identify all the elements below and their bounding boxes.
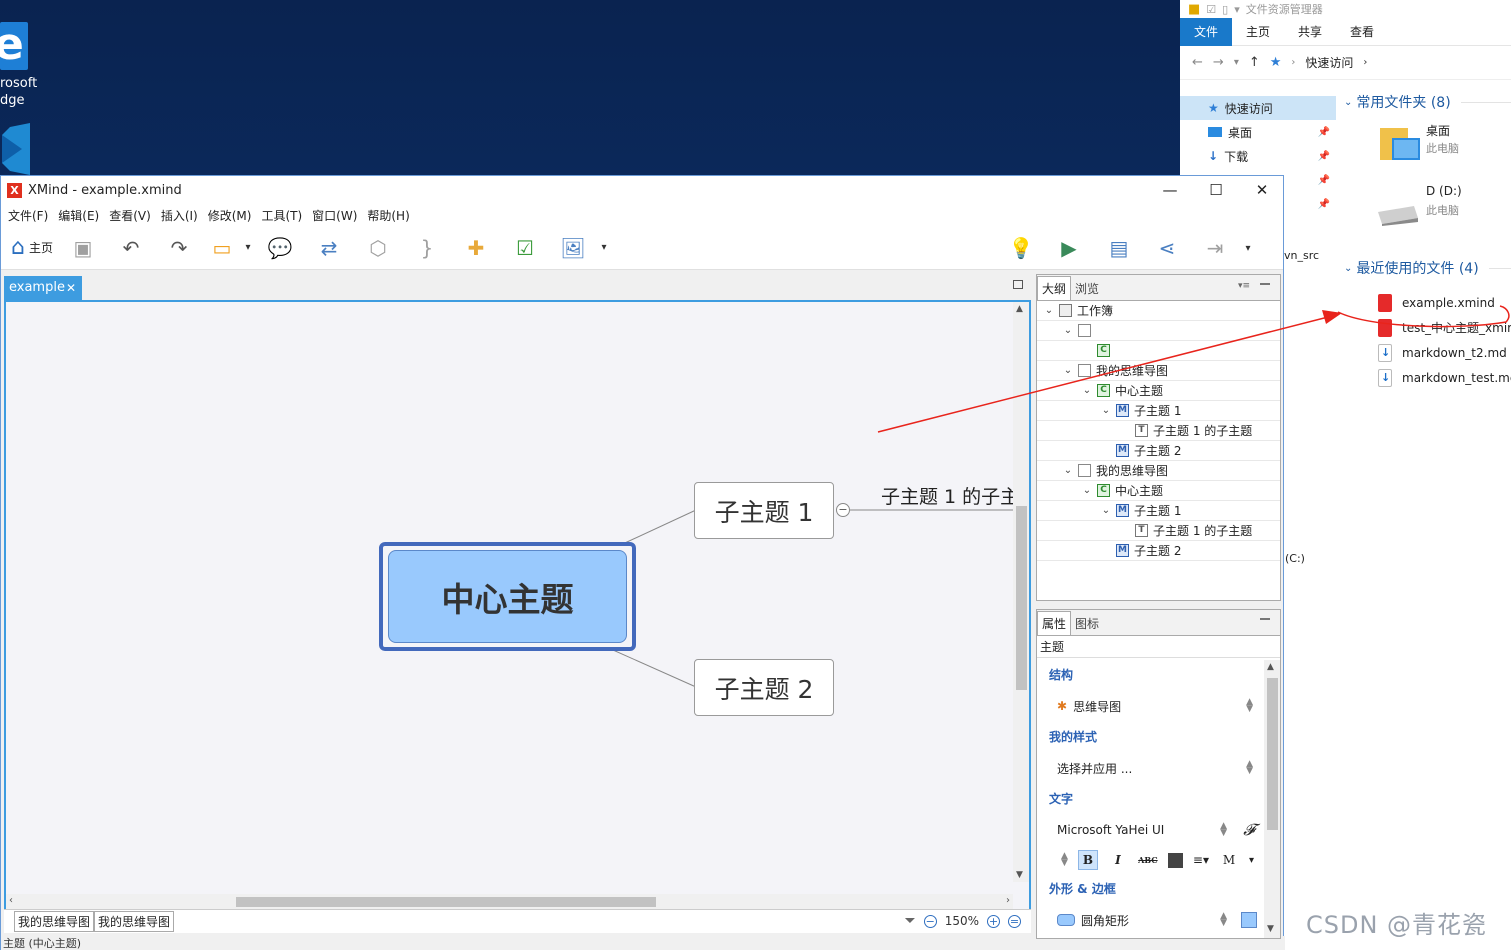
watermark: CSDN @青花瓷 xyxy=(1306,911,1488,939)
annotation-overlay xyxy=(877,305,1510,433)
